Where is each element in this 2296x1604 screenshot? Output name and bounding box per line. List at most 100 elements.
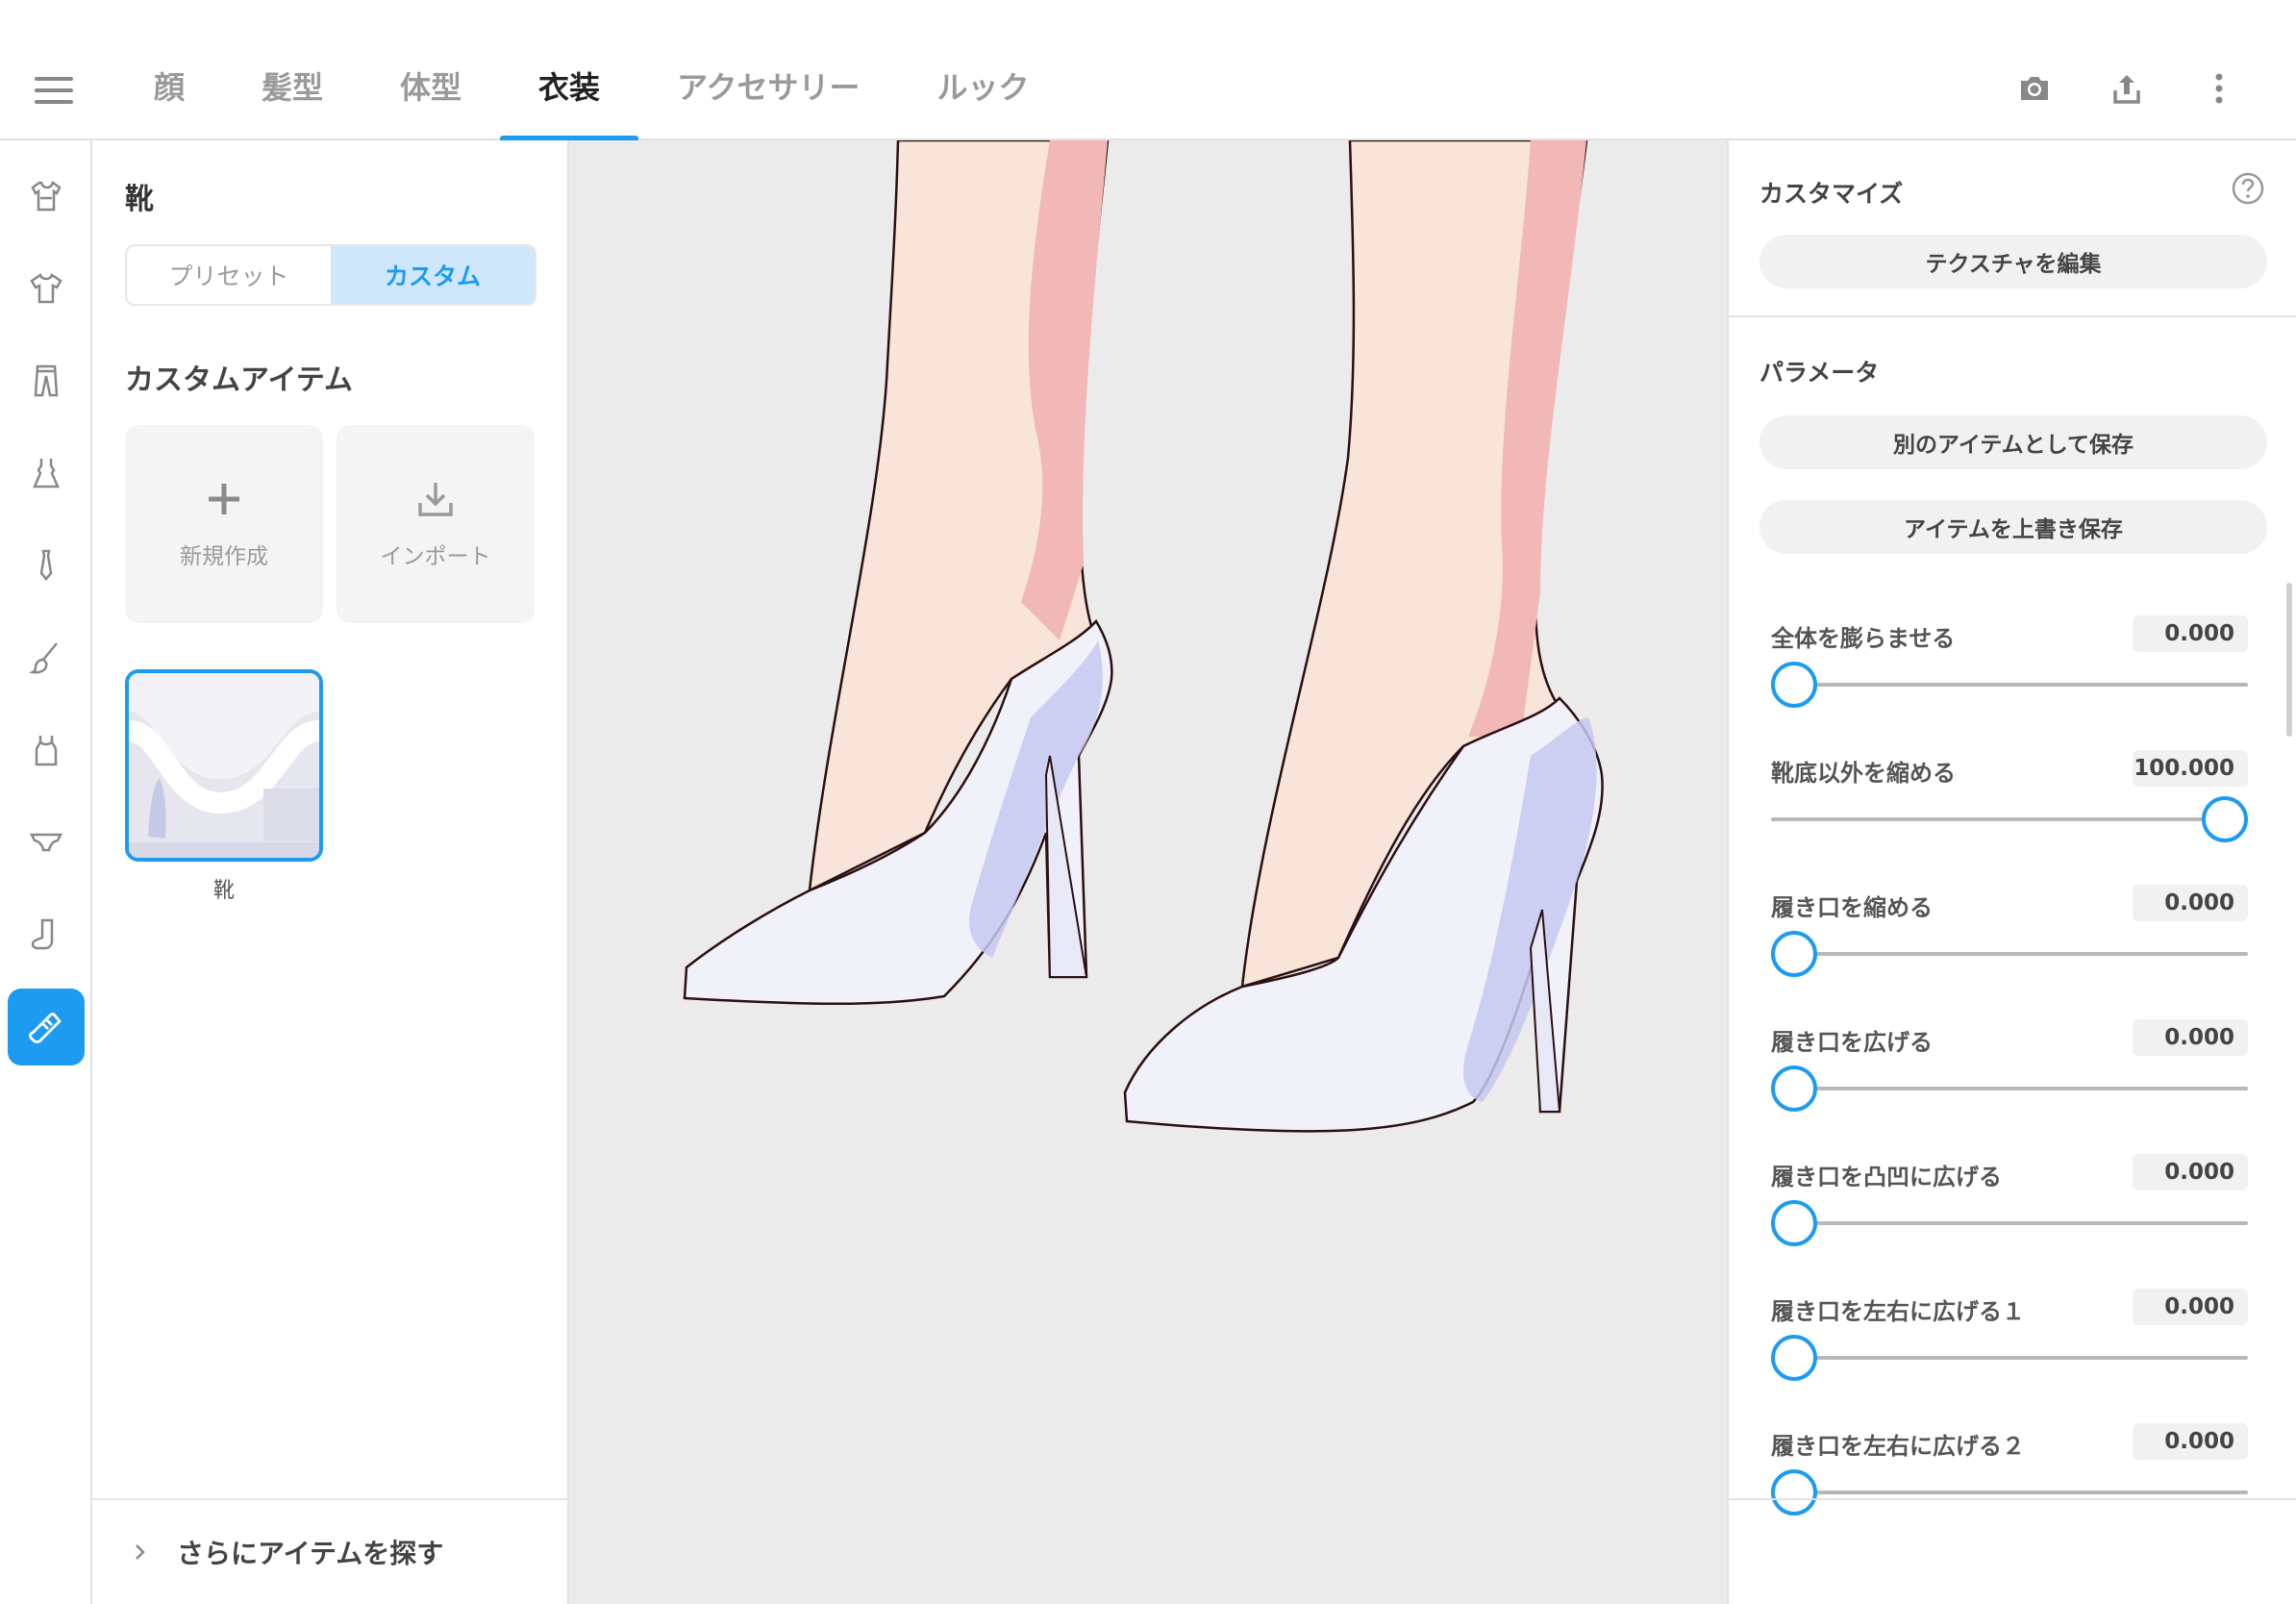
rail-paint[interactable]	[8, 619, 85, 696]
hamburger-menu-icon[interactable]	[35, 77, 73, 106]
help-icon[interactable]	[2231, 171, 2265, 206]
param-slider-track[interactable]	[1771, 1335, 2248, 1381]
param-value-field[interactable]: 0.000	[2133, 615, 2248, 652]
param-value-field[interactable]: 0.000	[2133, 1289, 2248, 1325]
params-scrollbar[interactable]	[2286, 583, 2292, 737]
param-widen-opening: 履き口を広げる 0.000	[1771, 1019, 2248, 1158]
custom-item-shoe-thumbnail[interactable]	[125, 669, 323, 862]
param-slider-track[interactable]	[1771, 1065, 2248, 1112]
find-more-items-label: さらにアイテムを探す	[177, 1538, 444, 1569]
panel-bottom-divider	[1729, 1498, 2296, 1500]
import-button[interactable]: インポート	[337, 425, 535, 623]
top-bar: 顔 髪型 体型 衣装 アクセサリー ルック	[0, 0, 2296, 142]
customize-panel: カスタマイズ テクスチャを編集 パラメータ 別のアイテムとして保存 アイテムを上…	[1727, 140, 2296, 1604]
param-label: 履き口を凸凹に広げる	[1771, 1164, 2002, 1190]
param-label: 履き口を広げる	[1771, 1029, 1933, 1056]
param-value-field[interactable]: 100.000	[2133, 750, 2248, 787]
param-label: 履き口を縮める	[1771, 894, 1933, 921]
download-icon	[418, 483, 453, 516]
param-slider-handle[interactable]	[1771, 1200, 1817, 1246]
param-slider-handle[interactable]	[1771, 662, 1817, 708]
preset-custom-toggle: プリセット カスタム	[125, 244, 537, 306]
rail-shoes[interactable]	[8, 989, 85, 1065]
param-shrink-except-sole: 靴底以外を縮める 100.000	[1771, 750, 2248, 889]
param-slider-track[interactable]	[1771, 1469, 2248, 1516]
param-label: 靴底以外を縮める	[1771, 760, 1956, 787]
rail-socks[interactable]	[8, 896, 85, 973]
param-slider-handle[interactable]	[1771, 1335, 1817, 1381]
tab-face[interactable]: 顔	[115, 0, 223, 140]
share-icon[interactable]	[2108, 69, 2146, 108]
set-icon	[31, 180, 62, 212]
param-label: 履き口を左右に広げる２	[1771, 1433, 2025, 1460]
plus-icon	[209, 484, 239, 514]
rail-tie[interactable]	[8, 527, 85, 604]
section-divider	[1729, 315, 2296, 317]
brush-icon	[29, 642, 58, 674]
param-slider-track[interactable]	[1771, 931, 2248, 977]
tab-look[interactable]: ルック	[898, 0, 1067, 140]
param-inflate-all: 全体を膨らませる 0.000	[1771, 615, 2248, 754]
rail-underwear[interactable]	[8, 804, 85, 881]
category-rail	[0, 140, 92, 1604]
customize-title: カスタマイズ	[1759, 180, 1904, 208]
param-slider-track[interactable]	[1771, 1200, 2248, 1246]
param-value-field[interactable]: 0.000	[2133, 1019, 2248, 1056]
param-value-field[interactable]: 0.000	[2133, 1154, 2248, 1190]
pants-icon	[34, 364, 59, 397]
param-slider-track[interactable]	[1771, 662, 2248, 708]
shoe-icon	[29, 1013, 62, 1043]
param-slider-handle[interactable]	[1771, 1065, 1817, 1112]
item-panel: 靴 プリセット カスタム カスタムアイテム 新規作成 インポート 靴 さらにアイ…	[92, 140, 569, 1604]
shoe-thumbnail-image	[129, 673, 319, 858]
param-value-field[interactable]: 0.000	[2133, 885, 2248, 921]
edit-texture-button[interactable]: テクスチャを編集	[1759, 235, 2267, 288]
tab-accessory[interactable]: アクセサリー	[638, 0, 898, 140]
param-slider-handle[interactable]	[1771, 1469, 1817, 1516]
chevron-right-icon	[136, 1544, 145, 1560]
custom-items-heading: カスタムアイテム	[125, 363, 353, 397]
param-slider-handle[interactable]	[2202, 796, 2248, 842]
tank-top-icon	[35, 736, 58, 766]
more-vertical-icon[interactable]	[2200, 69, 2238, 108]
rail-inner[interactable]	[8, 712, 85, 789]
rail-set[interactable]	[8, 158, 85, 235]
rail-bottoms[interactable]	[8, 342, 85, 419]
panel-title: 靴	[125, 183, 154, 216]
find-more-items-button[interactable]: さらにアイテムを探す	[92, 1498, 567, 1604]
param-widen-opening-sides-2: 履き口を左右に広げる２ 0.000	[1771, 1423, 2248, 1562]
top-actions	[2015, 69, 2238, 108]
param-label: 履き口を左右に広げる１	[1771, 1298, 2025, 1325]
param-slider-track[interactable]	[1771, 796, 2248, 842]
custom-item-label: 靴	[212, 879, 235, 903]
tab-body[interactable]: 体型	[362, 0, 500, 140]
tab-costume[interactable]: 衣装	[500, 0, 639, 142]
param-label: 全体を膨らませる	[1771, 625, 1956, 652]
avatar-feet-render	[683, 140, 1604, 1133]
param-value-field[interactable]: 0.000	[2133, 1423, 2248, 1460]
new-item-button[interactable]: 新規作成	[125, 425, 323, 623]
camera-icon[interactable]	[2015, 69, 2054, 108]
dress-icon	[33, 459, 60, 489]
import-label: インポート	[380, 544, 491, 569]
segment-custom[interactable]: カスタム	[331, 246, 535, 304]
param-widen-opening-uneven: 履き口を凸凹に広げる 0.000	[1771, 1154, 2248, 1292]
tshirt-icon	[30, 273, 62, 304]
save-as-new-item-button[interactable]: 別のアイテムとして保存	[1759, 415, 2267, 469]
tie-icon	[39, 549, 53, 581]
parameter-sliders: 全体を膨らませる 0.000 靴底以外を縮める 100.000 履き口を縮める …	[1729, 583, 2296, 1604]
category-tabs: 顔 髪型 体型 衣装 アクセサリー ルック	[115, 0, 1067, 142]
param-widen-opening-sides-1: 履き口を左右に広げる１ 0.000	[1771, 1289, 2248, 1427]
new-item-label: 新規作成	[180, 544, 268, 569]
sock-icon	[31, 918, 54, 950]
segment-preset[interactable]: プリセット	[127, 246, 331, 304]
avatar-3d-viewport[interactable]	[569, 140, 1727, 1604]
overwrite-item-button[interactable]: アイテムを上書き保存	[1759, 500, 2267, 554]
param-shrink-opening: 履き口を縮める 0.000	[1771, 885, 2248, 1023]
tab-hairstyle[interactable]: 髪型	[223, 0, 362, 140]
rail-tops[interactable]	[8, 250, 85, 327]
underwear-icon	[29, 833, 63, 852]
rail-dress[interactable]	[8, 435, 85, 512]
param-slider-handle[interactable]	[1771, 931, 1817, 977]
parameters-title: パラメータ	[1759, 359, 1880, 387]
